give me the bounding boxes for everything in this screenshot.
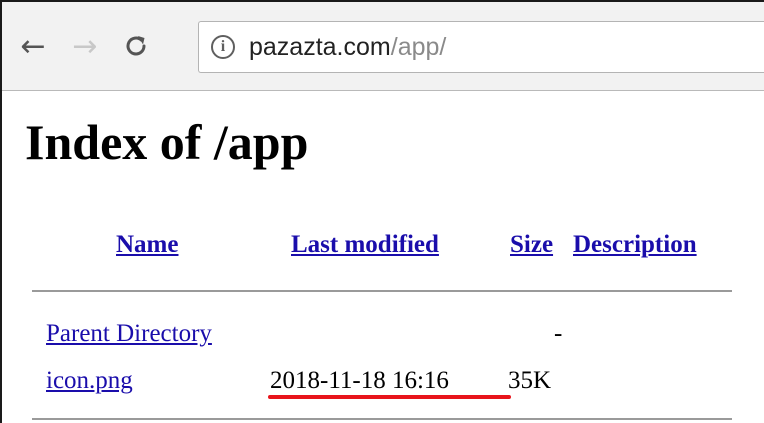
file-size: 35K	[508, 367, 552, 394]
url-path: /app/	[390, 33, 447, 61]
page-title: Index of /app	[25, 114, 309, 170]
browser-toolbar: ← → i pazazta.com/app/	[2, 2, 764, 91]
parent-directory-size: -	[554, 320, 563, 347]
column-header-last-modified[interactable]: Last modified	[291, 229, 439, 261]
file-last-modified: 2018-11-18 16:16	[270, 367, 449, 394]
arrow-left-icon[interactable]: ←	[16, 29, 50, 64]
reload-icon[interactable]	[119, 29, 153, 63]
red-highlight-underline	[268, 395, 511, 399]
column-header-size[interactable]: Size	[510, 229, 553, 261]
browser-window: ← → i pazazta.com/app/ Index of /app Nam…	[0, 0, 764, 423]
parent-directory-link[interactable]: Parent Directory	[46, 318, 212, 350]
divider-top	[32, 290, 732, 292]
file-link-icon-png[interactable]: icon.png	[46, 365, 133, 397]
info-icon[interactable]: i	[211, 35, 235, 59]
address-bar[interactable]: i pazazta.com/app/	[198, 21, 764, 73]
reload-glyph	[126, 36, 146, 56]
url-text[interactable]: pazazta.com/app/	[249, 32, 446, 62]
column-header-description[interactable]: Description	[573, 229, 697, 261]
column-header-name[interactable]: Name	[116, 229, 178, 261]
arrow-right-icon[interactable]: →	[68, 29, 102, 64]
url-domain: pazazta.com	[249, 33, 391, 61]
divider-bottom	[32, 418, 732, 420]
